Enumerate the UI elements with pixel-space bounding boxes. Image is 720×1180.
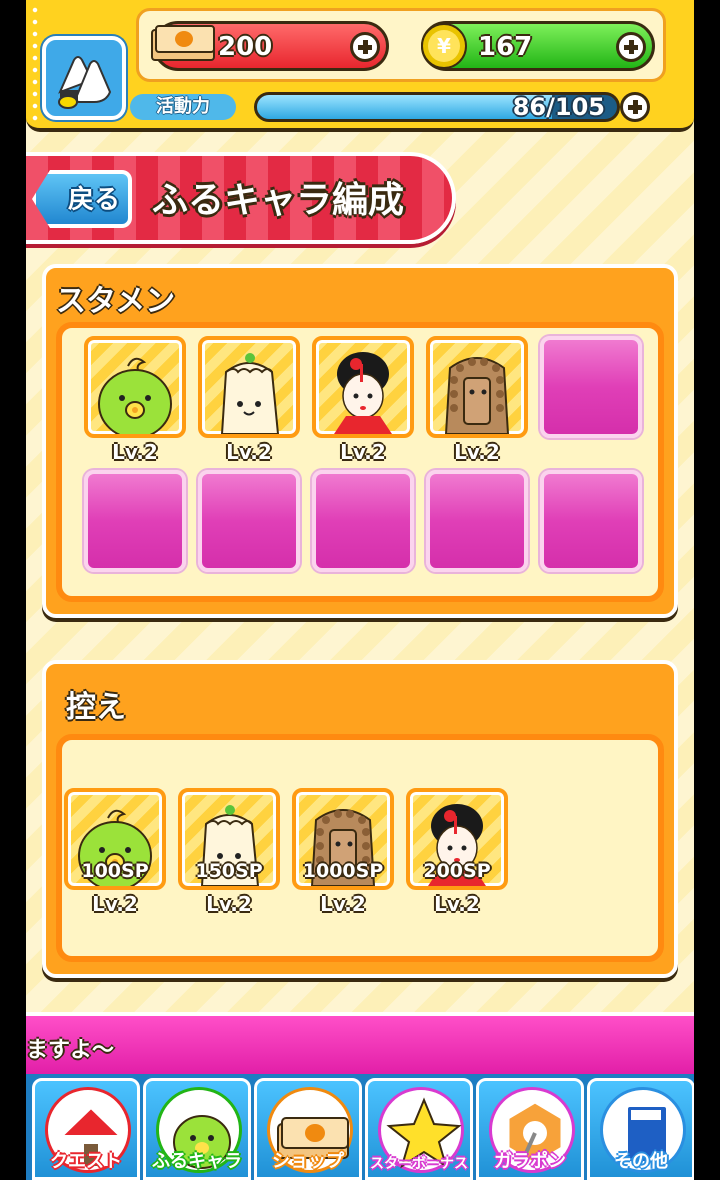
nav-item-label: ふるキャラ	[152, 1151, 242, 1172]
money-value: 200	[218, 32, 273, 62]
reserve-slot-level: Lv.2	[92, 892, 138, 916]
resource-panel: 200 ¥ 167	[136, 8, 666, 82]
starter-panel-title: スタメン	[56, 284, 176, 319]
empty-starter-slot[interactable]	[84, 470, 186, 572]
empty-starter-slot[interactable]	[426, 470, 528, 572]
nav-item-label: その他	[614, 1151, 668, 1172]
energy-bar-fill	[257, 95, 552, 119]
starter-slot-grid: Lv.2 Lv.2 Lv.2 Lv.2	[56, 322, 664, 602]
player-avatar[interactable]	[42, 36, 126, 120]
svg-text:¥: ¥	[437, 34, 451, 58]
message-ticker: ますよ～	[26, 1012, 694, 1074]
reserve-slot-maiko-girl[interactable]: 200SP	[406, 788, 508, 890]
coin-bar: ¥ 167	[421, 21, 655, 71]
nav-item-book[interactable]: その他	[587, 1078, 694, 1180]
ticker-text: ますよ～	[26, 1038, 115, 1063]
status-header: 200 ¥ 167 活動力 86/105	[26, 0, 694, 132]
yen-coin-icon: ¥	[421, 23, 467, 69]
empty-starter-slot[interactable]	[198, 470, 300, 572]
coin-value: 167	[478, 32, 533, 62]
empty-starter-slot[interactable]	[540, 470, 642, 572]
starter-slot-level: Lv.2	[454, 440, 500, 464]
reserve-panel: 控え 100SP Lv.2 150SP Lv.2 1000SP Lv.2 200SP Lv.2	[42, 660, 678, 978]
green-bird-icon	[98, 357, 172, 434]
app-root: 200 ¥ 167 活動力 86/105 戻る ふるキャラ編成 スタメン Lv.…	[26, 0, 694, 1180]
empty-starter-slot[interactable]	[312, 470, 414, 572]
energy-bar: 86/105	[254, 92, 620, 122]
nav-item-green-bird[interactable]: ふるキャラ	[143, 1078, 251, 1180]
reserve-slot-white-bun[interactable]: 150SP	[178, 788, 280, 890]
add-money-button[interactable]	[350, 32, 380, 62]
energy-value: 86/105	[512, 93, 605, 121]
reserve-slot-sp-cost: 150SP	[195, 860, 263, 882]
reserve-slot-level: Lv.2	[206, 892, 252, 916]
rice-ball-icon	[58, 56, 112, 109]
money-bar: 200	[151, 21, 389, 71]
starter-slot-white-bun[interactable]	[198, 336, 300, 438]
nav-item-money-stack[interactable]: ショップ	[254, 1078, 362, 1180]
starter-panel: スタメン Lv.2 Lv.2 Lv.2 Lv.2	[42, 264, 678, 618]
starter-slot-brown-statue[interactable]	[426, 336, 528, 438]
reserve-panel-title: 控え	[66, 690, 126, 725]
reserve-slot-level: Lv.2	[434, 892, 480, 916]
reserve-slot-sp-cost: 200SP	[423, 860, 491, 882]
maiko-girl-icon	[334, 352, 392, 434]
back-button[interactable]: 戻る	[32, 170, 132, 228]
nav-item-tent[interactable]: クエスト	[32, 1078, 140, 1180]
add-coins-button[interactable]	[616, 32, 646, 62]
reserve-slot-brown-statue[interactable]: 1000SP	[292, 788, 394, 890]
starter-slot-level: Lv.2	[112, 440, 158, 464]
starter-slot-green-bird[interactable]	[84, 336, 186, 438]
energy-label: 活動力	[130, 94, 236, 120]
reserve-slot-sp-cost: 100SP	[81, 860, 149, 882]
reserve-slot-grid: 100SP Lv.2 150SP Lv.2 1000SP Lv.2 200SP Lv.2	[56, 734, 664, 962]
brown-statue-icon	[444, 357, 510, 434]
add-energy-button[interactable]	[620, 92, 650, 122]
empty-starter-slot[interactable]	[540, 336, 642, 438]
nav-item-star[interactable]: スターボーナス	[365, 1078, 473, 1180]
title-banner: 戻る ふるキャラ編成	[26, 152, 456, 244]
page-title: ふるキャラ編成	[152, 180, 405, 221]
header-dots-decoration	[30, 4, 40, 124]
nav-item-label: ガラポン	[494, 1151, 566, 1172]
reserve-slot-green-bird[interactable]: 100SP	[64, 788, 166, 890]
money-stack-icon	[151, 25, 215, 61]
bottom-navigation: クエスト ふるキャラ ショップ スターボーナス ガラポン その他	[26, 1074, 694, 1180]
nav-item-label: スターボーナス	[370, 1156, 468, 1172]
starter-slot-level: Lv.2	[226, 440, 272, 464]
nav-item-label: クエスト	[50, 1151, 122, 1172]
starter-slot-maiko-girl[interactable]	[312, 336, 414, 438]
white-bun-icon	[220, 353, 280, 434]
nav-item-label: ショップ	[272, 1151, 344, 1172]
reserve-slot-sp-cost: 1000SP	[302, 860, 384, 882]
starter-slot-level: Lv.2	[340, 440, 386, 464]
nav-item-lottery-wheel[interactable]: ガラポン	[476, 1078, 584, 1180]
reserve-slot-level: Lv.2	[320, 892, 366, 916]
